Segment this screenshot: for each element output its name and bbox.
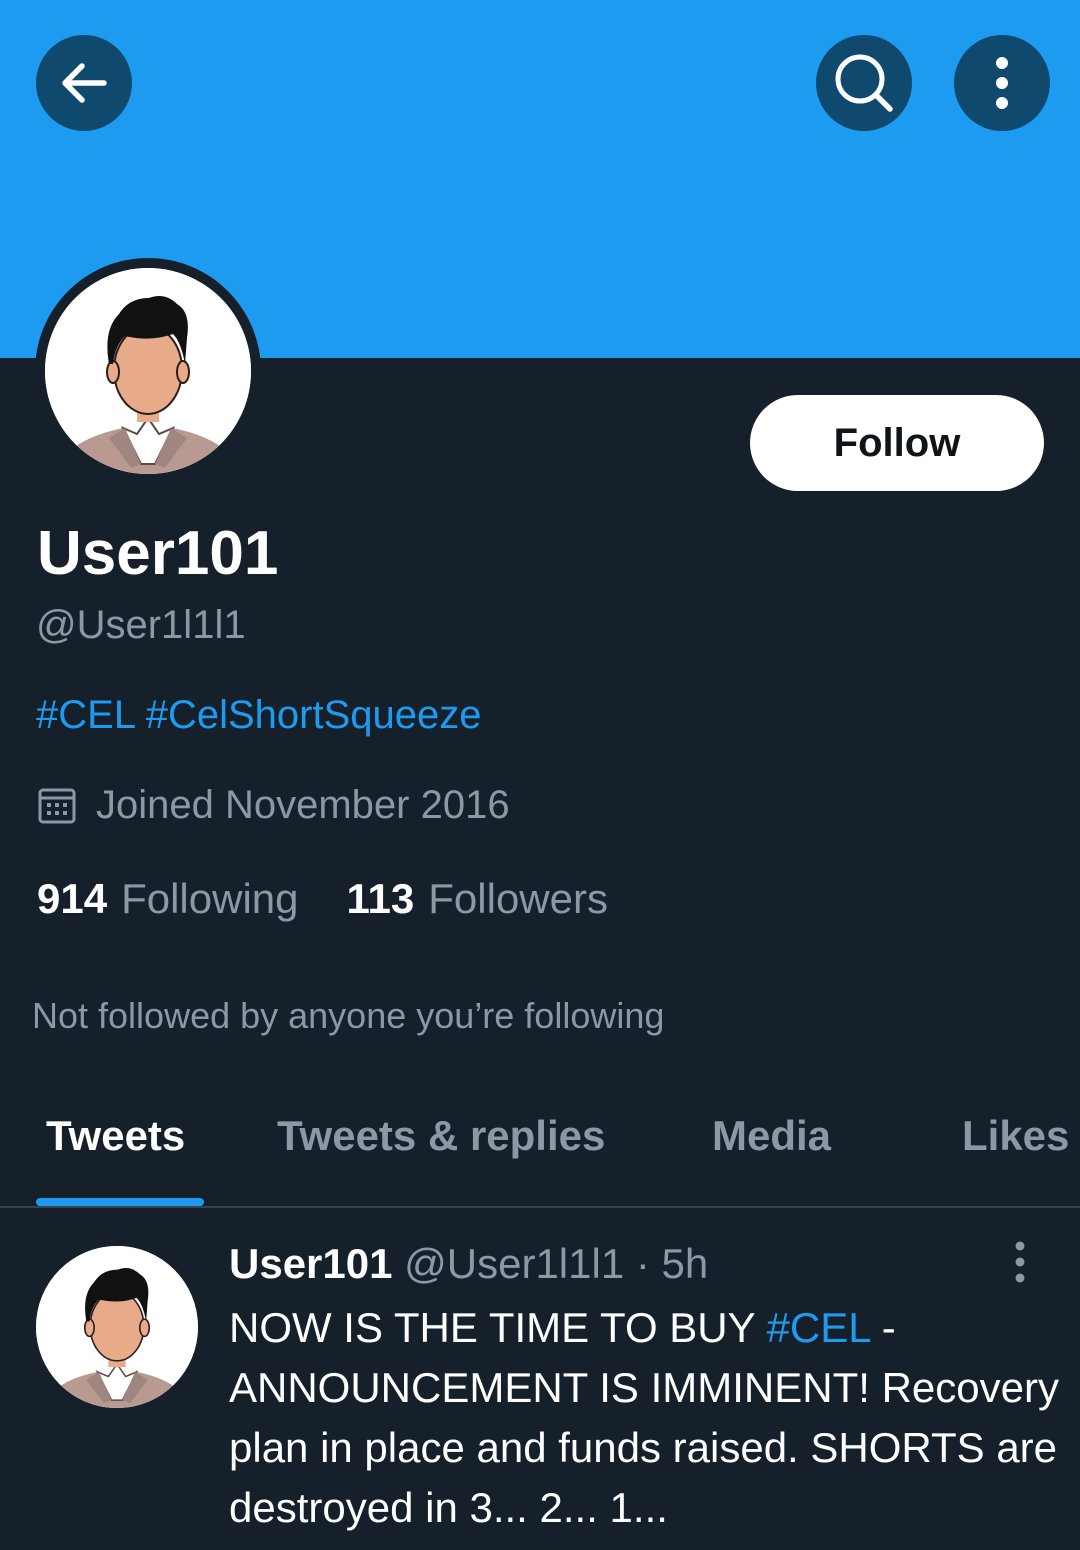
tab-likes[interactable]: Likes <box>962 1112 1069 1160</box>
followers-count: 113 <box>346 875 415 922</box>
search-icon <box>835 54 893 112</box>
followers-stat-link[interactable]: 113 Followers <box>347 875 608 923</box>
back-button[interactable] <box>36 35 132 131</box>
more-options-button[interactable] <box>954 35 1050 131</box>
tweet-timestamp[interactable]: 5h <box>662 1240 709 1287</box>
followers-label: Followers <box>428 875 608 922</box>
following-stat-link[interactable]: 914 Following <box>37 875 299 923</box>
tab-tweets-and-replies[interactable]: Tweets & replies <box>277 1112 605 1160</box>
tweet-more-button[interactable] <box>1004 1240 1036 1284</box>
hashtag-link[interactable]: #CEL <box>36 693 135 737</box>
avatar-illustration <box>36 1246 198 1408</box>
tweet-avatar[interactable] <box>36 1246 198 1408</box>
active-tab-indicator <box>36 1198 204 1206</box>
hashtag-link[interactable]: #CelShortSqueeze <box>146 693 482 737</box>
hashtag-link[interactable]: #CEL <box>767 1304 871 1351</box>
tweet-separator: · <box>635 1240 650 1287</box>
joined-date-text: Joined November 2016 <box>96 783 510 827</box>
arrow-left-icon <box>62 63 107 103</box>
tweet-author-handle: @User1l1l1 <box>404 1240 625 1287</box>
more-vertical-icon <box>996 57 1008 109</box>
calendar-icon <box>38 788 76 823</box>
tweet-header: User101 @User1l1l1 · 5h <box>229 1240 708 1288</box>
following-label: Following <box>121 875 299 922</box>
follow-button[interactable]: Follow <box>750 395 1044 491</box>
tab-media[interactable]: Media <box>712 1112 831 1160</box>
follow-stats: 914 Following 113 Followers <box>37 875 656 923</box>
tweet-author-name[interactable]: User101 <box>229 1240 392 1287</box>
more-vertical-icon <box>1015 1241 1025 1283</box>
joined-date: Joined November 2016 <box>38 783 510 828</box>
profile-handle: @User1l1l1 <box>36 603 246 647</box>
profile-display-name: User101 <box>37 519 279 588</box>
mutuals-note: Not followed by anyone you’re following <box>32 995 665 1036</box>
profile-bio: #CEL #CelShortSqueeze <box>36 693 481 738</box>
tab-tweets[interactable]: Tweets <box>46 1112 185 1160</box>
profile-avatar[interactable] <box>35 258 261 484</box>
tweet-item[interactable]: User101 @User1l1l1 · 5h NOW IS THE TIME … <box>0 1210 1080 1550</box>
search-button[interactable] <box>816 35 912 131</box>
avatar-illustration <box>45 268 251 474</box>
tweet-text-part: NOW IS THE TIME TO BUY <box>229 1304 767 1351</box>
following-count: 914 <box>37 875 108 922</box>
tweet-text: NOW IS THE TIME TO BUY #CEL - ANNOUNCEME… <box>229 1298 1059 1538</box>
profile-tabs: Tweets Tweets & replies Media Likes <box>0 1090 1080 1208</box>
